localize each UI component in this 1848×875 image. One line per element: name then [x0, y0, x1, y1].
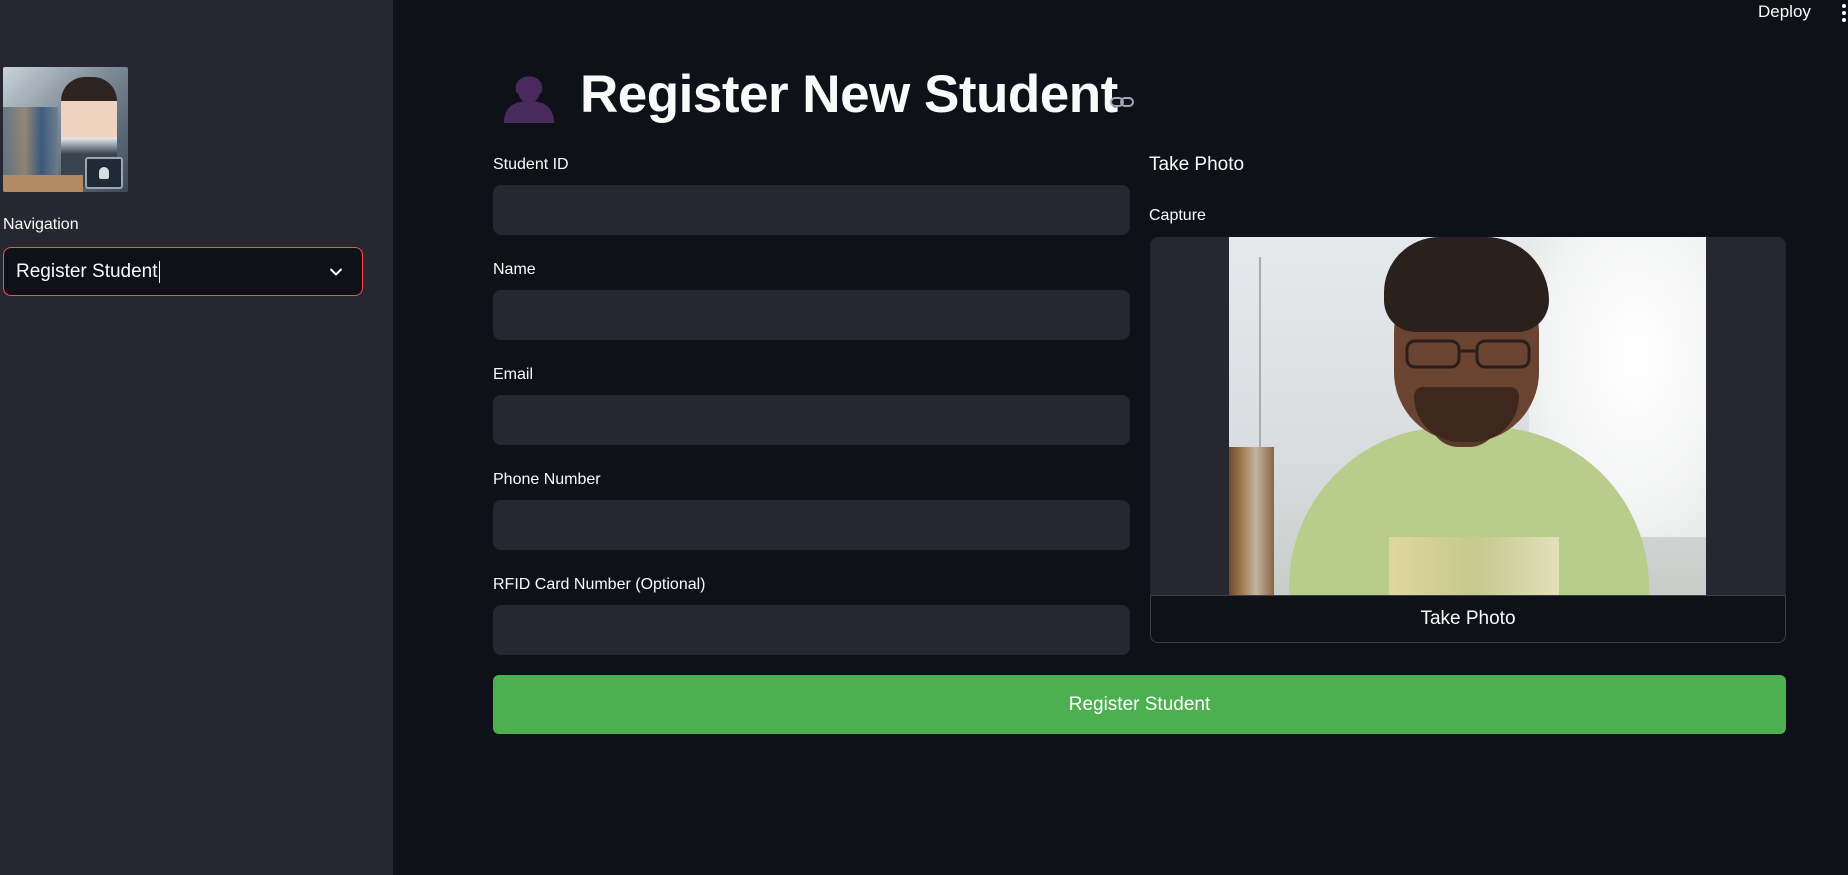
student-id-label: Student ID — [493, 156, 569, 173]
student-id-input[interactable] — [493, 185, 1130, 235]
student-id-image — [3, 67, 128, 192]
email-input[interactable] — [493, 395, 1130, 445]
rfid-card-number-input[interactable] — [493, 605, 1130, 655]
take-photo-button[interactable]: Take Photo — [1150, 595, 1786, 643]
bust-in-silhouette-icon — [504, 76, 554, 123]
app-root: Navigation Register Student Deploy Regis… — [0, 0, 1848, 875]
page-title: Register New Student — [580, 65, 1118, 124]
navigation-select[interactable]: Register Student — [3, 247, 363, 296]
register-student-button[interactable]: Register Student — [493, 675, 1786, 734]
chevron-down-icon[interactable] — [326, 262, 346, 282]
phone-number-input[interactable] — [493, 500, 1130, 550]
deploy-button[interactable]: Deploy — [1758, 2, 1811, 22]
sidebar: Navigation Register Student — [0, 0, 393, 875]
camera-preview-container — [1150, 237, 1786, 595]
navigation-label: Navigation — [3, 216, 79, 233]
email-label: Email — [493, 366, 534, 383]
camera-feed — [1229, 237, 1706, 595]
navigation-select-value: Register Student — [16, 260, 158, 282]
text-cursor — [158, 260, 160, 283]
rfid-card-number-label: RFID Card Number (Optional) — [493, 576, 706, 593]
name-label: Name — [493, 261, 536, 278]
link-icon[interactable] — [1109, 93, 1135, 111]
capture-label: Capture — [1149, 207, 1206, 224]
more-vertical-icon[interactable] — [1840, 2, 1848, 24]
take-photo-heading: Take Photo — [1149, 154, 1245, 175]
name-input[interactable] — [493, 290, 1130, 340]
phone-number-label: Phone Number — [493, 471, 601, 488]
